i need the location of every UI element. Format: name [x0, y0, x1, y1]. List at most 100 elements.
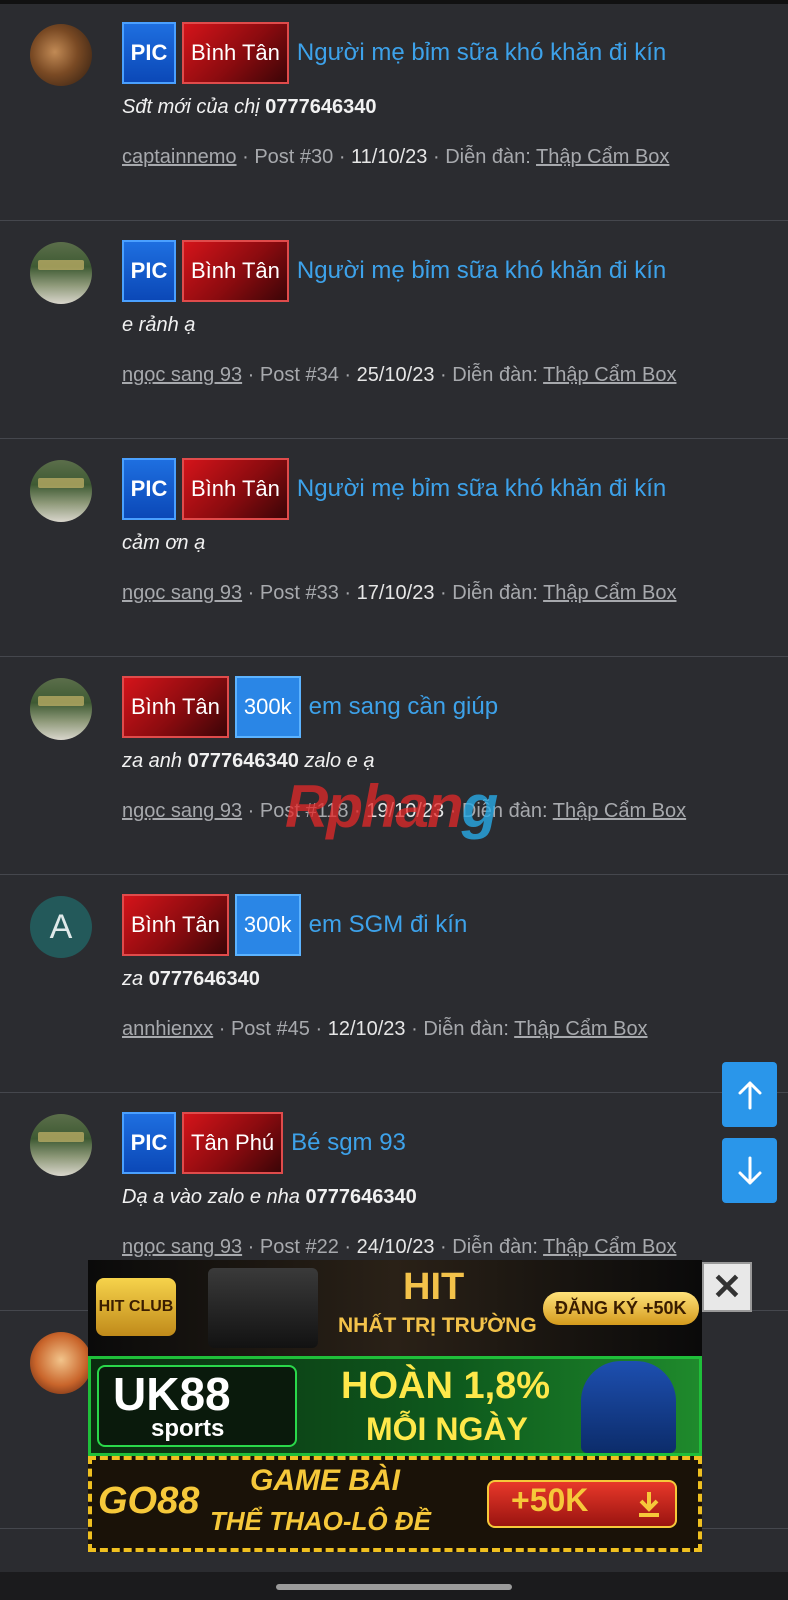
- ad1-subline: NHẤT TRỊ TRƯỜNG: [338, 1314, 537, 1337]
- post-item[interactable]: PICBình Tân Người mẹ bỉm sữa khó khăn đi…: [0, 222, 788, 439]
- excerpt-text-after: zalo e ạ: [298, 750, 375, 772]
- post-excerpt: Sđt mới của chị 0777646340: [122, 96, 377, 119]
- ad-player-image: [581, 1361, 676, 1453]
- price-badge[interactable]: 300k: [234, 676, 301, 738]
- district-badge[interactable]: Bình Tân: [122, 676, 229, 738]
- excerpt-text: za anh: [122, 750, 188, 772]
- avatar-letter: A: [30, 896, 92, 958]
- uk88-logo: UK88 sports: [97, 1365, 297, 1447]
- scroll-bottom-button[interactable]: [722, 1138, 777, 1203]
- forum-link[interactable]: Thập Cẩm Box: [553, 800, 686, 822]
- phone-number: 0777646340: [305, 1186, 417, 1208]
- excerpt-text: za: [122, 968, 149, 990]
- forum-label: Diễn đàn:: [452, 582, 538, 604]
- avatar[interactable]: [30, 678, 92, 740]
- excerpt-text: Dạ a vào zalo e nha: [122, 1186, 306, 1208]
- ad2-headline: HOÀN 1,8%: [341, 1365, 551, 1407]
- avatar[interactable]: [30, 242, 92, 304]
- go88-logo: GO88: [98, 1480, 200, 1522]
- district-badge[interactable]: Tân Phú: [182, 1112, 284, 1174]
- ad-banner-hitclub[interactable]: HIT CLUB HIT NHẤT TRỊ TRƯỜNG ĐĂNG KÝ +50…: [88, 1260, 702, 1356]
- post-title-link[interactable]: Người mẹ bỉm sữa khó khăn đi kín: [297, 475, 666, 503]
- post-item[interactable]: A Bình Tân 300k em SGM đi kín za 07776463…: [0, 876, 788, 1093]
- forum-label: Diễn đàn:: [423, 1018, 509, 1040]
- post-title-row: PICBình Tân Người mẹ bỉm sữa khó khăn đi…: [122, 239, 666, 303]
- download-icon: [639, 1492, 659, 1517]
- post-number: Post #33: [259, 582, 339, 604]
- avatar[interactable]: [30, 1114, 92, 1176]
- post-meta: ngọc sang 93 · Post #33 · 17/10/23 · Diễ…: [122, 582, 677, 604]
- forum-link[interactable]: Thập Cẩm Box: [514, 1018, 647, 1040]
- post-title-row: Bình Tân 300k em SGM đi kín: [122, 893, 467, 957]
- uk88-logo-sub: sports: [151, 1415, 225, 1442]
- avatar[interactable]: A: [30, 896, 92, 958]
- avatar[interactable]: [30, 24, 92, 86]
- post-excerpt: cảm ơn ạ: [122, 532, 205, 555]
- district-badge[interactable]: Bình Tân: [182, 458, 289, 520]
- arrow-down-icon: [738, 1156, 761, 1184]
- district-badge[interactable]: Bình Tân: [122, 894, 229, 956]
- excerpt-text: e rảnh ạ: [122, 314, 196, 336]
- post-item[interactable]: Bình Tân 300k em sang cần giúp za anh 077…: [0, 658, 788, 875]
- post-title-link[interactable]: em sang cần giúp: [309, 693, 498, 721]
- ad-banner-go88[interactable]: GO88 GAME BÀI THỂ THAO-LÔ ĐỀ +50K: [88, 1456, 702, 1552]
- phone-number: 0777646340: [148, 968, 260, 990]
- post-meta: annhienxx · Post #45 · 12/10/23 · Diễn đ…: [122, 1018, 648, 1040]
- avatar[interactable]: [30, 460, 92, 522]
- author-link[interactable]: annhienxx: [122, 1018, 213, 1040]
- pic-badge[interactable]: PIC: [122, 458, 176, 520]
- phone-number: 0777646340: [265, 96, 377, 118]
- phone-number: 0777646340: [187, 750, 299, 772]
- district-badge[interactable]: Bình Tân: [182, 22, 289, 84]
- post-number: Post #22: [259, 1236, 339, 1258]
- price-badge[interactable]: 300k: [234, 894, 301, 956]
- home-indicator[interactable]: [276, 1584, 512, 1590]
- forum-link[interactable]: Thập Cẩm Box: [543, 582, 676, 604]
- forum-link[interactable]: Thập Cẩm Box: [536, 146, 669, 168]
- post-title-row: PIC Tân Phú Bé sgm 93: [122, 1111, 406, 1175]
- ad-person-image: [208, 1268, 318, 1348]
- post-title-row: PICBình Tân Người mẹ bỉm sữa khó khăn đi…: [122, 21, 666, 85]
- uk88-logo-text: UK88: [113, 1368, 231, 1420]
- ad1-register-button[interactable]: ĐĂNG KÝ +50K: [543, 1292, 699, 1325]
- pic-badge[interactable]: PIC: [122, 240, 176, 302]
- post-excerpt: e rảnh ạ: [122, 314, 195, 337]
- forum-link[interactable]: Thập Cẩm Box: [543, 364, 676, 386]
- post-date: 24/10/23: [356, 1236, 435, 1258]
- author-link[interactable]: ngọc sang 93: [122, 582, 242, 604]
- close-ads-button[interactable]: ✕: [702, 1262, 752, 1312]
- author-link[interactable]: captainnemo: [122, 146, 237, 168]
- author-link[interactable]: ngọc sang 93: [122, 364, 242, 386]
- ad3-headline: GAME BÀI: [250, 1464, 400, 1497]
- author-link[interactable]: ngọc sang 93: [122, 800, 242, 822]
- author-link[interactable]: ngọc sang 93: [122, 1236, 242, 1258]
- ad3-bonus-label: +50K: [511, 1482, 589, 1518]
- post-title-link[interactable]: Bé sgm 93: [291, 1129, 406, 1157]
- post-number: Post #34: [259, 364, 339, 386]
- avatar[interactable]: [30, 1332, 92, 1394]
- pic-badge[interactable]: PIC: [122, 1112, 176, 1174]
- post-title-link[interactable]: em SGM đi kín: [309, 911, 468, 939]
- ad3-subline: THỂ THAO-LÔ ĐỀ: [210, 1506, 431, 1536]
- pic-badge[interactable]: PIC: [122, 22, 176, 84]
- forum-link[interactable]: Thập Cẩm Box: [543, 1236, 676, 1258]
- post-excerpt: za 0777646340: [122, 968, 260, 991]
- post-date: 12/10/23: [327, 1018, 406, 1040]
- forum-label: Diễn đàn:: [445, 146, 531, 168]
- ad-banner-uk88[interactable]: UK88 sports HOÀN 1,8% MỖI NGÀY: [88, 1356, 702, 1456]
- post-title-link[interactable]: Người mẹ bỉm sữa khó khăn đi kín: [297, 257, 666, 285]
- watermark-logo: Rphang: [285, 773, 498, 840]
- post-item[interactable]: PICBình Tân Người mẹ bỉm sữa khó khăn đi…: [0, 4, 788, 221]
- scroll-top-button[interactable]: [722, 1062, 777, 1127]
- post-excerpt: Dạ a vào zalo e nha 0777646340: [122, 1186, 417, 1209]
- excerpt-text: Sđt mới của chị: [122, 96, 266, 118]
- post-meta: ngọc sang 93 · Post #22 · 24/10/23 · Diễ…: [122, 1236, 677, 1258]
- ad3-bonus-button[interactable]: +50K: [487, 1480, 677, 1528]
- forum-label: Diễn đàn:: [452, 1236, 538, 1258]
- district-badge[interactable]: Bình Tân: [182, 240, 289, 302]
- post-meta: ngọc sang 93 · Post #34 · 25/10/23 · Diễ…: [122, 364, 677, 386]
- arrow-up-icon: [738, 1081, 761, 1109]
- excerpt-text: cảm ơn ạ: [122, 532, 206, 554]
- post-title-link[interactable]: Người mẹ bỉm sữa khó khăn đi kín: [297, 39, 666, 67]
- post-item[interactable]: PICBình Tân Người mẹ bỉm sữa khó khăn đi…: [0, 440, 788, 657]
